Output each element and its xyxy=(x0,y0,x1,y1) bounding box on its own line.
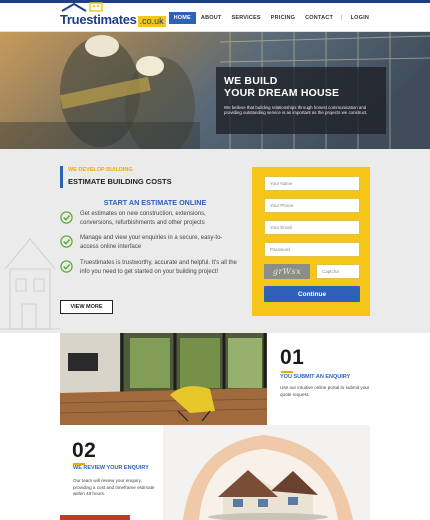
step-number: 02 xyxy=(72,439,97,462)
nav-about[interactable]: ABOUT xyxy=(196,12,227,24)
step-title: WE REVIEW YOUR ENQUIRY xyxy=(73,465,149,471)
feature-item: Manage and view your enquiries in a secu… xyxy=(60,234,240,251)
page: Truestimates .co.uk HOME ABOUT SERVICES … xyxy=(0,0,430,520)
hero-caption-box: WE BUILD YOUR DREAM HOUSE We believe tha… xyxy=(216,67,386,134)
site-header: Truestimates .co.uk HOME ABOUT SERVICES … xyxy=(0,0,430,32)
nav-home[interactable]: HOME xyxy=(168,12,196,24)
continue-button[interactable]: Continue xyxy=(264,286,360,302)
logo-text: Truestimates xyxy=(60,12,137,27)
password-field[interactable]: Password xyxy=(264,242,360,257)
feature-item: Truestimates is trustworthy, accurate an… xyxy=(60,259,240,276)
house-roof-icon xyxy=(61,2,103,12)
house-in-hands-image xyxy=(163,425,370,520)
footer-accent xyxy=(60,515,130,520)
captcha-image: grWsx xyxy=(264,264,310,279)
step-underline xyxy=(281,371,293,373)
view-more-button[interactable]: VIEW MORE xyxy=(60,300,113,314)
nav-pricing[interactable]: PRICING xyxy=(266,12,300,24)
check-circle-icon xyxy=(60,235,73,248)
nav-login[interactable]: LOGIN xyxy=(346,12,374,24)
nav-contact[interactable]: CONTACT xyxy=(300,12,338,24)
step-title: YOU SUBMIT AN ENQUIRY xyxy=(280,374,351,380)
feature-text: Manage and view your enquiries in a secu… xyxy=(80,235,223,250)
house-hands-photo xyxy=(163,425,370,520)
step-text: Our team will review your enquiry, provi… xyxy=(73,478,155,497)
interior-room-image xyxy=(60,333,267,425)
hero-title-line1: WE BUILD xyxy=(224,75,278,87)
phone-field[interactable]: Your Phone xyxy=(264,198,360,213)
check-circle-icon xyxy=(60,211,73,224)
house-sketch-background xyxy=(0,238,60,330)
hero-title-line2: YOUR DREAM HOUSE xyxy=(224,87,340,99)
hero-subtitle: We believe that building relationships t… xyxy=(224,105,368,116)
feature-item: Get estimates on new construction, exten… xyxy=(60,210,240,227)
logo-tld: .co.uk xyxy=(137,16,166,27)
check-circle-icon xyxy=(60,260,73,273)
section-kicker: WE DEVELOP BUILDING xyxy=(68,167,133,173)
feature-text: Get estimates on new construction, exten… xyxy=(80,211,206,226)
main-nav: HOME ABOUT SERVICES PRICING CONTACT | LO… xyxy=(168,12,374,24)
email-field[interactable]: Your Email xyxy=(264,220,360,235)
start-estimate-title: START AN ESTIMATE ONLINE xyxy=(103,198,207,207)
name-field[interactable]: Your Name xyxy=(264,176,360,191)
hero-banner: WE BUILD YOUR DREAM HOUSE We believe tha… xyxy=(0,32,430,149)
nav-services[interactable]: SERVICES xyxy=(226,12,265,24)
estimate-section: WE DEVELOP BUILDING ESTIMATE BUILDING CO… xyxy=(0,149,430,333)
captcha-field[interactable]: Captcha xyxy=(316,264,360,279)
step-number: 01 xyxy=(280,346,305,369)
interior-photo xyxy=(60,333,267,425)
logo[interactable]: Truestimates .co.uk xyxy=(60,2,166,27)
step-text: Use our intuitive online portal to submi… xyxy=(280,385,370,397)
section-heading: ESTIMATE BUILDING COSTS xyxy=(68,177,172,186)
feature-text: Truestimates is trustworthy, accurate an… xyxy=(80,260,237,275)
nav-separator: | xyxy=(341,15,343,21)
signup-form-panel: Your Name Your Phone Your Email Password… xyxy=(252,167,370,316)
heading-accent-bar xyxy=(60,166,63,188)
